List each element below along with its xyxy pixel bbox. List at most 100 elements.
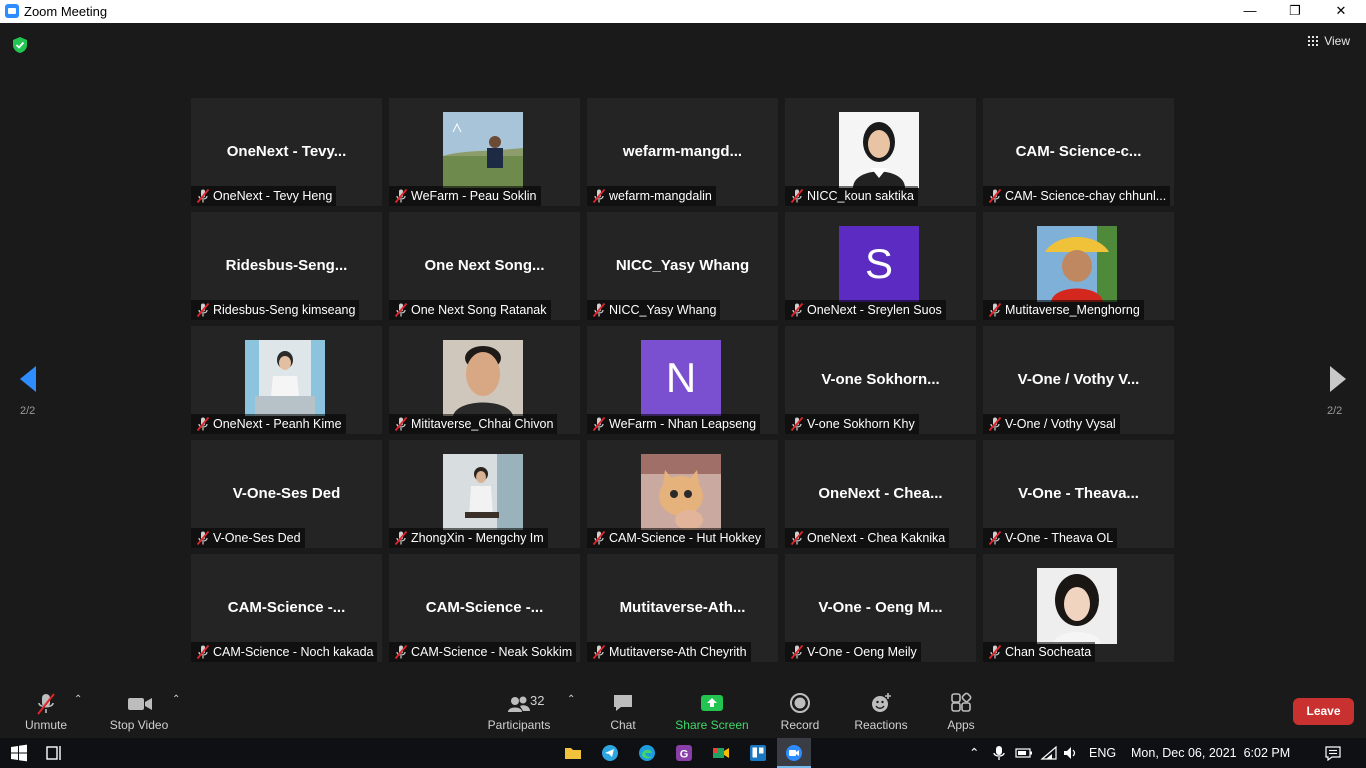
task-view-icon[interactable] — [44, 743, 64, 763]
wifi-icon[interactable] — [1040, 745, 1058, 761]
video-options-chevron-icon[interactable]: ⌃ — [172, 694, 180, 705]
participant-tile[interactable]: ZhongXin - Mengchy Im — [389, 440, 580, 548]
show-hidden-icons-chevron-icon[interactable]: ⌃ — [969, 738, 979, 768]
leave-button[interactable]: Leave — [1293, 698, 1354, 725]
edge-icon[interactable] — [637, 743, 657, 763]
participant-tile[interactable]: CAM-Science - Hut Hokkey — [587, 440, 778, 548]
participant-name: Chan Socheata — [1005, 645, 1092, 659]
participant-tile[interactable]: Mititaverse_Chhai Chivon — [389, 326, 580, 434]
participant-tile[interactable]: WeFarm - Peau Soklin — [389, 98, 580, 206]
participant-name-label: CAM-Science - Neak Sokkim — [389, 642, 577, 662]
battery-icon[interactable] — [1015, 747, 1033, 759]
participant-name: OneNext - Sreylen Suos — [807, 303, 942, 317]
participant-tile[interactable]: V-One - Oeng M... V-One - Oeng Meily — [785, 554, 976, 662]
participant-name: OneNext - Tevy Heng — [213, 189, 333, 203]
participant-tile[interactable]: N WeFarm - Nhan Leapseng — [587, 326, 778, 434]
participant-tile[interactable]: Mutitaverse-Ath... Mutitaverse-Ath Cheyri… — [587, 554, 778, 662]
security-shield-icon[interactable] — [11, 36, 29, 54]
participant-name: Mutitaverse_Menghorng — [1005, 303, 1140, 317]
participant-tile[interactable]: V-One-Ses Ded V-One-Ses Ded — [191, 440, 382, 548]
language-indicator[interactable]: ENG — [1089, 738, 1116, 768]
participant-display-name: NICC_Yasy Whang — [615, 257, 750, 274]
restore-button[interactable]: ❐ — [1272, 0, 1318, 23]
meet-icon[interactable] — [711, 743, 731, 763]
participant-video-photo — [839, 112, 919, 188]
app-g-icon[interactable]: G — [674, 743, 694, 763]
participant-tile[interactable]: S OneNext - Sreylen Suos — [785, 212, 976, 320]
participant-name: V-One - Theava OL — [1005, 531, 1114, 545]
chat-button[interactable]: Chat — [600, 688, 646, 738]
reactions-button[interactable]: Reactions — [852, 688, 910, 738]
participant-tile[interactable]: V-One / Vothy V... V-One / Vothy Vysal — [983, 326, 1174, 434]
participant-name: V-one Sokhorn Khy — [807, 417, 915, 431]
apps-button[interactable]: Apps — [938, 688, 984, 738]
participant-tile[interactable]: OneNext - Chea... OneNext - Chea Kaknika — [785, 440, 976, 548]
view-button[interactable]: View — [1308, 34, 1350, 48]
participant-name: NICC_Yasy Whang — [609, 303, 717, 317]
meeting-toolbar: Unmute ⌃ Stop Video ⌃ 32 Participants ⌃ … — [0, 688, 1366, 738]
window-titlebar: Zoom Meeting — ❐ ✕ — [0, 0, 1366, 23]
participants-label: Participants — [487, 718, 551, 732]
participant-tile[interactable]: wefarm-mangd... wefarm-mangdalin — [587, 98, 778, 206]
participant-tile[interactable]: OneNext - Peanh Kime — [191, 326, 382, 434]
audio-options-chevron-icon[interactable]: ⌃ — [74, 694, 82, 705]
muted-microphone-icon — [988, 644, 1002, 660]
participant-tile[interactable]: NICC_Yasy Whang NICC_Yasy Whang — [587, 212, 778, 320]
participant-display-name: CAM-Science -... — [227, 599, 346, 616]
muted-microphone-icon — [394, 416, 408, 432]
record-button[interactable]: Record — [777, 688, 823, 738]
file-explorer-icon[interactable] — [563, 743, 583, 763]
participants-options-chevron-icon[interactable]: ⌃ — [567, 694, 575, 705]
speaker-icon[interactable] — [1062, 746, 1078, 760]
meeting-area: View 2/2 2/2 OneNext - Tevy... OneNext - … — [0, 23, 1366, 688]
participant-tile[interactable]: Ridesbus-Seng... Ridesbus-Seng kimseang — [191, 212, 382, 320]
share-screen-button[interactable]: Share Screen — [672, 688, 752, 738]
participants-icon — [508, 696, 530, 712]
participant-name-label: V-One-Ses Ded — [191, 528, 305, 548]
next-page-arrow-icon[interactable] — [1328, 364, 1348, 394]
participant-name: Ridesbus-Seng kimseang — [213, 303, 356, 317]
muted-microphone-icon — [394, 530, 408, 546]
previous-page-arrow-icon[interactable] — [18, 364, 38, 394]
participant-tile[interactable]: One Next Song... One Next Song Ratanak — [389, 212, 580, 320]
participant-tile[interactable]: CAM- Science-c... CAM- Science-chay chhun… — [983, 98, 1174, 206]
participant-display-name: CAM- Science-c... — [1015, 143, 1142, 160]
stop-video-button[interactable]: Stop Video — [104, 688, 174, 738]
unmute-button[interactable]: Unmute — [18, 688, 74, 738]
trello-icon[interactable] — [748, 743, 768, 763]
participant-name-label: ZhongXin - Mengchy Im — [389, 528, 548, 548]
page-indicator-right: 2/2 — [1327, 405, 1343, 417]
participant-name-label: V-One - Theava OL — [983, 528, 1118, 548]
participants-button[interactable]: 32 Participants — [484, 688, 554, 738]
participant-name-label: NICC_koun saktika — [785, 186, 918, 206]
windows-start-icon[interactable] — [9, 743, 29, 763]
microphone-tray-icon[interactable] — [992, 745, 1006, 761]
zoom-taskbar-item[interactable] — [777, 738, 811, 768]
participant-tile[interactable]: Chan Socheata — [983, 554, 1174, 662]
taskbar-clock[interactable]: Mon, Dec 06, 2021 6:02 PM — [1131, 738, 1290, 768]
participant-display-name: V-One-Ses Ded — [232, 485, 341, 502]
page-indicator-left: 2/2 — [20, 405, 36, 417]
participant-display-name: V-One - Oeng M... — [818, 599, 943, 616]
participant-tile[interactable]: OneNext - Tevy... OneNext - Tevy Heng — [191, 98, 382, 206]
participant-tile[interactable]: V-one Sokhorn... V-one Sokhorn Khy — [785, 326, 976, 434]
participant-tile[interactable]: V-One - Theava... V-One - Theava OL — [983, 440, 1174, 548]
notifications-icon[interactable] — [1324, 745, 1342, 761]
reactions-label: Reactions — [854, 718, 908, 732]
participant-name-label: WeFarm - Nhan Leapseng — [587, 414, 761, 434]
muted-microphone-icon — [592, 530, 606, 546]
participant-name-label: OneNext - Sreylen Suos — [785, 300, 946, 320]
participant-tile[interactable]: CAM-Science -... CAM-Science - Neak Sokki… — [389, 554, 580, 662]
participant-name-label: Ridesbus-Seng kimseang — [191, 300, 360, 320]
zoom-icon — [786, 745, 802, 761]
close-button[interactable]: ✕ — [1318, 0, 1364, 23]
participant-tile[interactable]: Mutitaverse_Menghorng — [983, 212, 1174, 320]
telegram-icon[interactable] — [600, 743, 620, 763]
unmute-label: Unmute — [24, 718, 68, 732]
participant-name-label: Mutitaverse_Menghorng — [983, 300, 1144, 320]
participant-name: OneNext - Peanh Kime — [213, 417, 342, 431]
participant-tile[interactable]: NICC_koun saktika — [785, 98, 976, 206]
minimize-button[interactable]: — — [1227, 0, 1273, 23]
participant-tile[interactable]: CAM-Science -... CAM-Science - Noch kakad… — [191, 554, 382, 662]
participant-display-name: CAM-Science -... — [425, 599, 544, 616]
